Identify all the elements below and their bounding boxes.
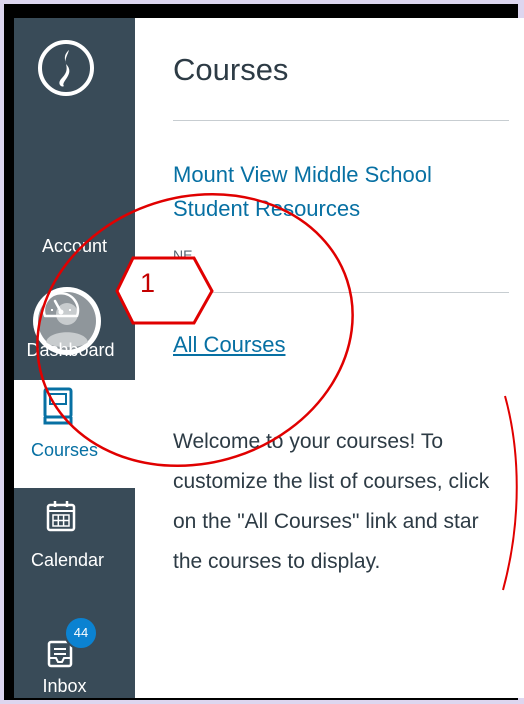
courses-tray: Courses × Mount View Middle School Stude…: [135, 18, 524, 698]
nav-label-account: Account: [41, 236, 108, 256]
canvas-logo-icon[interactable]: [36, 38, 96, 98]
courses-book-icon: [43, 387, 73, 425]
nav-label-calendar: Calendar: [30, 550, 105, 570]
dashboard-gauge-icon: [42, 292, 80, 318]
nav-label-courses: Courses: [30, 440, 99, 460]
inbox-unread-badge: 44: [64, 616, 98, 650]
divider: [173, 120, 509, 121]
global-navigation: Account Dashboard Courses Calendar Inbox…: [14, 18, 135, 698]
step-number-label: 1: [140, 268, 156, 298]
nav-item-calendar[interactable]: Calendar: [14, 488, 135, 598]
course-term: NE: [173, 247, 193, 263]
calendar-icon: [46, 501, 76, 532]
welcome-message: Welcome to your courses! To customize th…: [173, 430, 490, 573]
nav-item-account[interactable]: Account: [14, 148, 135, 355]
nav-item-dashboard[interactable]: Dashboard: [14, 278, 135, 378]
nav-item-courses[interactable]: Courses: [14, 380, 135, 488]
canvas-screen: Account Dashboard Courses Calendar Inbox…: [14, 18, 524, 698]
divider: [173, 292, 509, 293]
all-courses-link[interactable]: All Courses: [173, 332, 285, 358]
course-link[interactable]: Mount View Middle School Student Resourc…: [173, 158, 493, 226]
nav-label-inbox: Inbox: [42, 676, 87, 696]
tray-title: Courses: [173, 52, 289, 87]
nav-label-dashboard: Dashboard: [26, 340, 115, 360]
